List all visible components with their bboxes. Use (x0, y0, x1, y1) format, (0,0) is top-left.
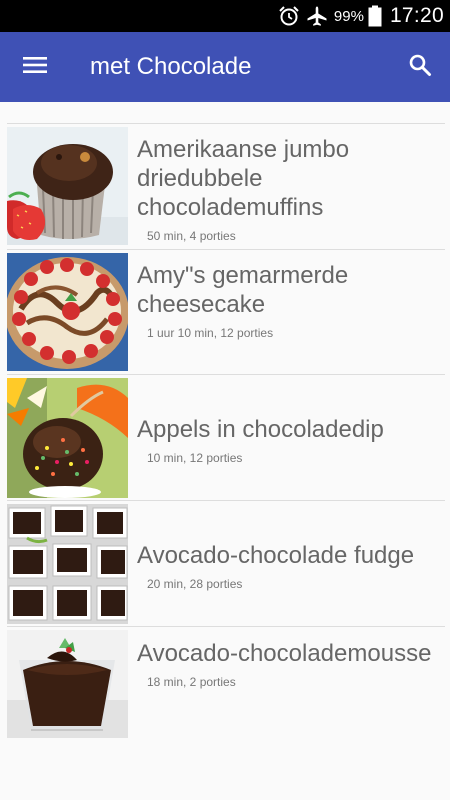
recipe-item[interactable]: Avocado-chocolademousse 18 min, 2 portie… (7, 626, 445, 738)
marbled-cheesecake-photo (7, 253, 128, 371)
recipe-title: Avocado-chocolade fudge (137, 542, 415, 569)
recipe-meta: 10 min, 12 porties (147, 451, 243, 465)
app-bar: met Chocolade (0, 32, 450, 102)
recipe-item[interactable]: Appels in chocoladedip 10 min, 12 portie… (7, 374, 445, 500)
search-icon (408, 53, 432, 82)
chocolate-dipped-apple-photo (7, 378, 128, 498)
recipe-list: Amerikaanse jumbo driedubbele chocoladem… (7, 123, 445, 738)
recipe-meta: 1 uur 10 min, 12 porties (147, 326, 274, 340)
recipe-title: Appels in chocoladedip (137, 416, 384, 443)
menu-button[interactable] (0, 32, 70, 102)
recipe-item[interactable]: Amy"s gemarmerde cheesecake 1 uur 10 min… (7, 249, 445, 374)
chocolate-fudge-photo (7, 504, 128, 624)
recipe-title: Amy"s gemarmerde cheesecake (137, 262, 349, 318)
alarm-icon (278, 5, 300, 27)
recipe-title: Amerikaanse jumbo driedubbele chocoladem… (137, 136, 350, 221)
clock: 17:20 (389, 4, 444, 27)
status-bar: 99% 17:20 (0, 0, 450, 32)
airplane-mode-icon (306, 5, 328, 27)
recipe-item[interactable]: Amerikaanse jumbo driedubbele chocoladem… (7, 123, 445, 249)
chocolate-muffin-photo (7, 127, 128, 245)
hamburger-menu-icon (23, 55, 47, 80)
recipe-meta: 50 min, 4 porties (147, 229, 236, 243)
battery-icon (368, 5, 382, 27)
recipe-meta: 20 min, 28 porties (147, 577, 243, 591)
search-button[interactable] (390, 32, 450, 102)
recipe-title: Avocado-chocolademousse (137, 640, 432, 667)
chocolate-mousse-photo (7, 630, 128, 738)
recipe-meta: 18 min, 2 porties (147, 675, 236, 689)
recipe-item[interactable]: Avocado-chocolade fudge 20 min, 28 porti… (7, 500, 445, 626)
battery-percent: 99% (333, 7, 364, 25)
page-title: met Chocolade (90, 53, 252, 80)
